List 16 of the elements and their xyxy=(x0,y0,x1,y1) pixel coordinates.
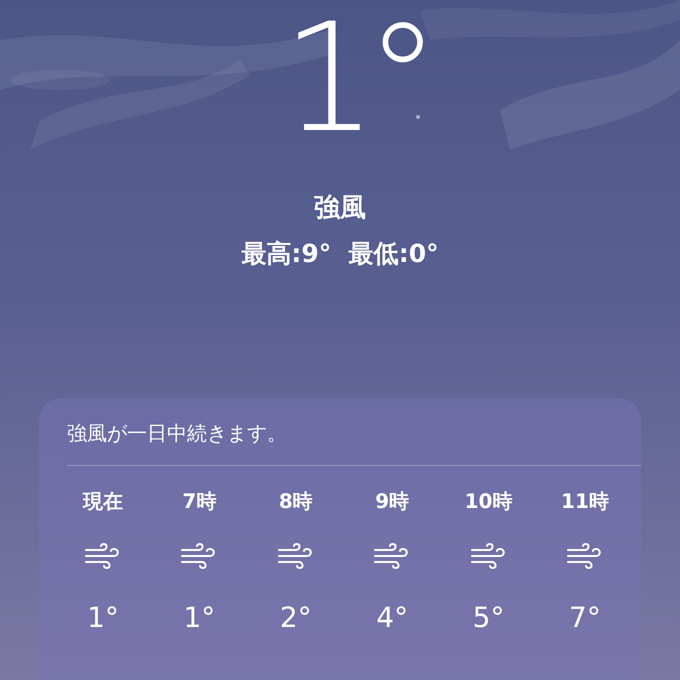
hour-temperature: 2° xyxy=(280,601,312,634)
current-temperature: 1° xyxy=(280,4,428,154)
weather-condition: 強風 xyxy=(314,192,366,225)
hour-temperature: 7° xyxy=(569,601,601,634)
hour-temperature: 5° xyxy=(472,601,504,634)
hour-label: 8時 xyxy=(278,488,313,515)
hour-label: 現在 xyxy=(83,488,123,515)
hour-temperature: 1° xyxy=(87,601,119,634)
hour-label: 7時 xyxy=(182,488,216,515)
high-low-temperature: 最高:9° 最低:0° xyxy=(241,238,439,270)
hour-temperature: 4° xyxy=(376,601,408,634)
hour-label: 10時 xyxy=(464,488,512,515)
hour-label: 9時 xyxy=(375,488,410,515)
hour-label: 11時 xyxy=(561,488,609,515)
forecast-summary: 強風が一日中続きます。 xyxy=(67,420,641,466)
hour-temperature: 1° xyxy=(183,601,216,634)
